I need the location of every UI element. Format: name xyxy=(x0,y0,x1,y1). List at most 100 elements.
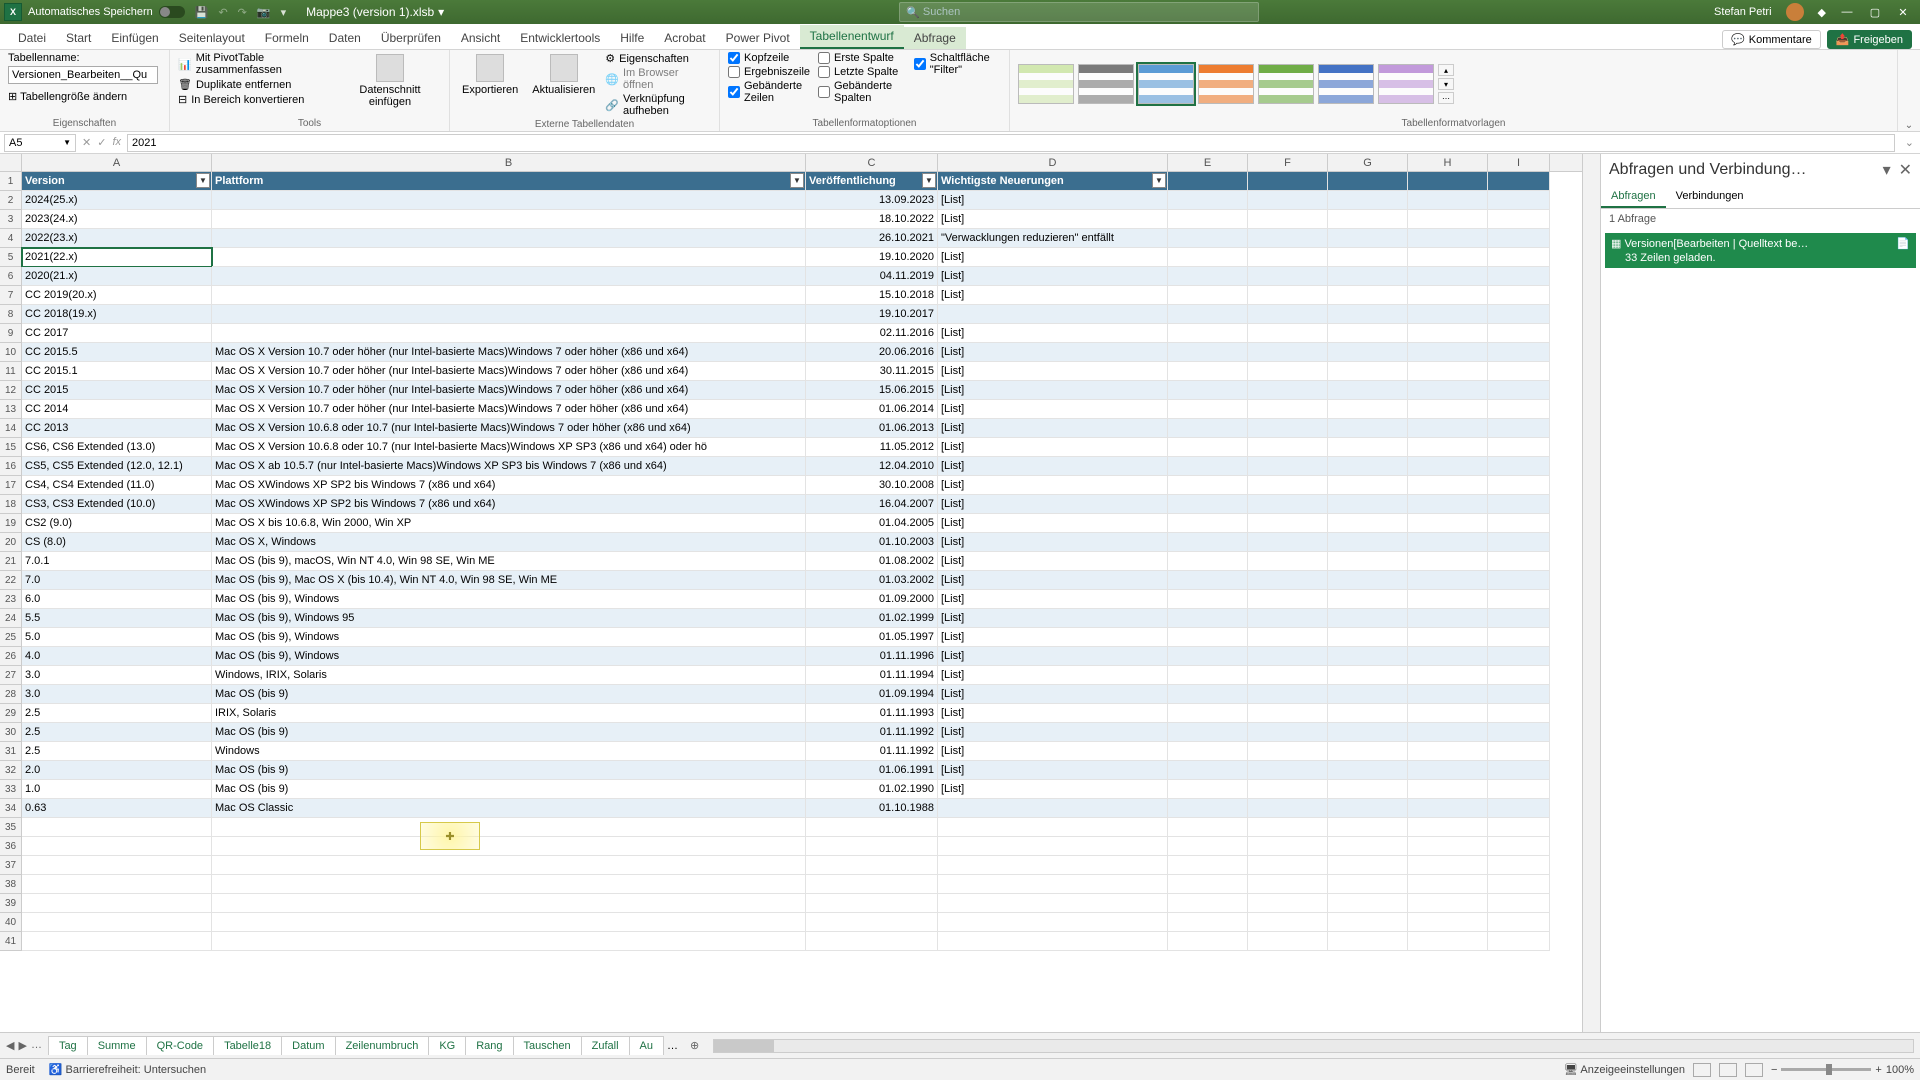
resize-table-button[interactable]: ⊞ Tabellengröße ändern xyxy=(8,90,127,103)
cell[interactable]: Version▼ xyxy=(22,172,212,191)
spreadsheet-grid[interactable]: ABCDEFGHI 1Version▼Plattform▼Veröffentli… xyxy=(0,154,1582,1032)
minimize-button[interactable]: — xyxy=(1840,6,1854,18)
cell[interactable] xyxy=(1488,533,1550,552)
formula-expand-icon[interactable]: ⌄ xyxy=(1899,136,1920,149)
cell[interactable]: Mac OS X Version 10.7 oder höher (nur In… xyxy=(212,362,806,381)
cell[interactable] xyxy=(1328,381,1408,400)
cell[interactable] xyxy=(1248,191,1328,210)
pivot-button[interactable]: 📊 Mit PivotTable zusammenfassen xyxy=(178,52,333,76)
cell[interactable] xyxy=(1488,856,1550,875)
cell[interactable]: Mac OS (bis 9), macOS, Win NT 4.0, Win 9… xyxy=(212,552,806,571)
cell[interactable] xyxy=(1168,856,1248,875)
cell[interactable] xyxy=(1488,362,1550,381)
cell[interactable] xyxy=(938,875,1168,894)
row-head[interactable]: 5 xyxy=(0,248,22,267)
col-head-E[interactable]: E xyxy=(1168,154,1248,171)
cell[interactable] xyxy=(1488,229,1550,248)
diamond-icon[interactable]: ◆ xyxy=(1818,6,1826,19)
cell[interactable] xyxy=(212,932,806,951)
cell[interactable] xyxy=(1408,856,1488,875)
cell[interactable] xyxy=(1328,647,1408,666)
cell[interactable]: CS6, CS6 Extended (13.0) xyxy=(22,438,212,457)
chk-header[interactable]: Kopfzeile xyxy=(728,52,812,64)
row-head[interactable]: 8 xyxy=(0,305,22,324)
cell[interactable]: 2020(21.x) xyxy=(22,267,212,286)
sheet-tab-rang[interactable]: Rang xyxy=(465,1036,513,1055)
tablename-input[interactable] xyxy=(8,66,158,84)
cell[interactable]: Mac OS (bis 9), Windows xyxy=(212,590,806,609)
cell[interactable]: 2022(23.x) xyxy=(22,229,212,248)
cell[interactable] xyxy=(1328,495,1408,514)
cell[interactable] xyxy=(1488,894,1550,913)
row-head[interactable]: 13 xyxy=(0,400,22,419)
cell[interactable]: [List] xyxy=(938,248,1168,267)
cell[interactable]: Mac OS X Version 10.6.8 oder 10.7 (nur I… xyxy=(212,438,806,457)
cell[interactable]: [List] xyxy=(938,362,1168,381)
cell[interactable]: Windows, IRIX, Solaris xyxy=(212,666,806,685)
cell[interactable] xyxy=(1328,609,1408,628)
cell[interactable] xyxy=(1328,533,1408,552)
maximize-button[interactable]: ▢ xyxy=(1868,6,1882,19)
cell[interactable] xyxy=(212,248,806,267)
cell[interactable] xyxy=(1328,799,1408,818)
tab-überprüfen[interactable]: Überprüfen xyxy=(371,27,451,49)
cell[interactable]: 01.11.1994 xyxy=(806,666,938,685)
sheet-tab-zufall[interactable]: Zufall xyxy=(581,1036,630,1055)
cell[interactable]: [List] xyxy=(938,628,1168,647)
cell[interactable]: 2023(24.x) xyxy=(22,210,212,229)
row-head[interactable]: 9 xyxy=(0,324,22,343)
cell[interactable] xyxy=(1168,305,1248,324)
document-title[interactable]: Mappe3 (version 1).xlsb ▾ xyxy=(306,5,444,19)
cell[interactable] xyxy=(1408,780,1488,799)
cell[interactable] xyxy=(1328,666,1408,685)
cell[interactable] xyxy=(1488,780,1550,799)
row-head[interactable]: 21 xyxy=(0,552,22,571)
cell[interactable] xyxy=(1408,609,1488,628)
cell[interactable] xyxy=(1488,381,1550,400)
cell[interactable] xyxy=(1248,590,1328,609)
user-avatar[interactable] xyxy=(1786,3,1804,21)
cell[interactable] xyxy=(1328,419,1408,438)
cell[interactable] xyxy=(1488,210,1550,229)
cell[interactable] xyxy=(212,305,806,324)
col-head-H[interactable]: H xyxy=(1408,154,1488,171)
accessibility-status[interactable]: ♿ Barrierefreiheit: Untersuchen xyxy=(49,1063,206,1076)
cell[interactable]: [List] xyxy=(938,780,1168,799)
cell[interactable] xyxy=(1408,685,1488,704)
row-head[interactable]: 7 xyxy=(0,286,22,305)
cell[interactable] xyxy=(1248,799,1328,818)
sheet-nav-next[interactable]: ▶ xyxy=(18,1039,26,1052)
tab-hilfe[interactable]: Hilfe xyxy=(610,27,654,49)
cell[interactable] xyxy=(1328,837,1408,856)
cell[interactable]: [List] xyxy=(938,343,1168,362)
table-style-6[interactable] xyxy=(1378,64,1434,104)
cell[interactable] xyxy=(1408,305,1488,324)
cell[interactable] xyxy=(938,799,1168,818)
cell[interactable] xyxy=(1408,514,1488,533)
undo-icon[interactable]: ↶ xyxy=(218,6,227,19)
cell[interactable] xyxy=(1488,172,1550,191)
cell[interactable] xyxy=(1168,438,1248,457)
cell[interactable] xyxy=(1168,229,1248,248)
cell[interactable]: 26.10.2021 xyxy=(806,229,938,248)
filter-button[interactable]: ▼ xyxy=(1152,173,1166,188)
horizontal-scrollbar[interactable] xyxy=(713,1039,1914,1053)
cell[interactable] xyxy=(1168,647,1248,666)
cell[interactable]: Mac OS X Version 10.6.8 oder 10.7 (nur I… xyxy=(212,419,806,438)
cell[interactable]: 13.09.2023 xyxy=(806,191,938,210)
cell[interactable] xyxy=(22,932,212,951)
cell[interactable] xyxy=(1488,343,1550,362)
cell[interactable] xyxy=(1168,419,1248,438)
cell[interactable] xyxy=(1328,742,1408,761)
cell[interactable] xyxy=(1328,172,1408,191)
table-style-0[interactable] xyxy=(1018,64,1074,104)
cell[interactable] xyxy=(1488,552,1550,571)
name-box[interactable]: A5▼ xyxy=(4,134,76,152)
cell[interactable] xyxy=(1248,856,1328,875)
camera-icon[interactable]: 📷 xyxy=(257,6,271,19)
row-head[interactable]: 25 xyxy=(0,628,22,647)
row-head[interactable]: 38 xyxy=(0,875,22,894)
cell[interactable]: Mac OS (bis 9), Windows xyxy=(212,647,806,666)
cell[interactable] xyxy=(1408,324,1488,343)
cell[interactable]: Mac OS (bis 9) xyxy=(212,761,806,780)
